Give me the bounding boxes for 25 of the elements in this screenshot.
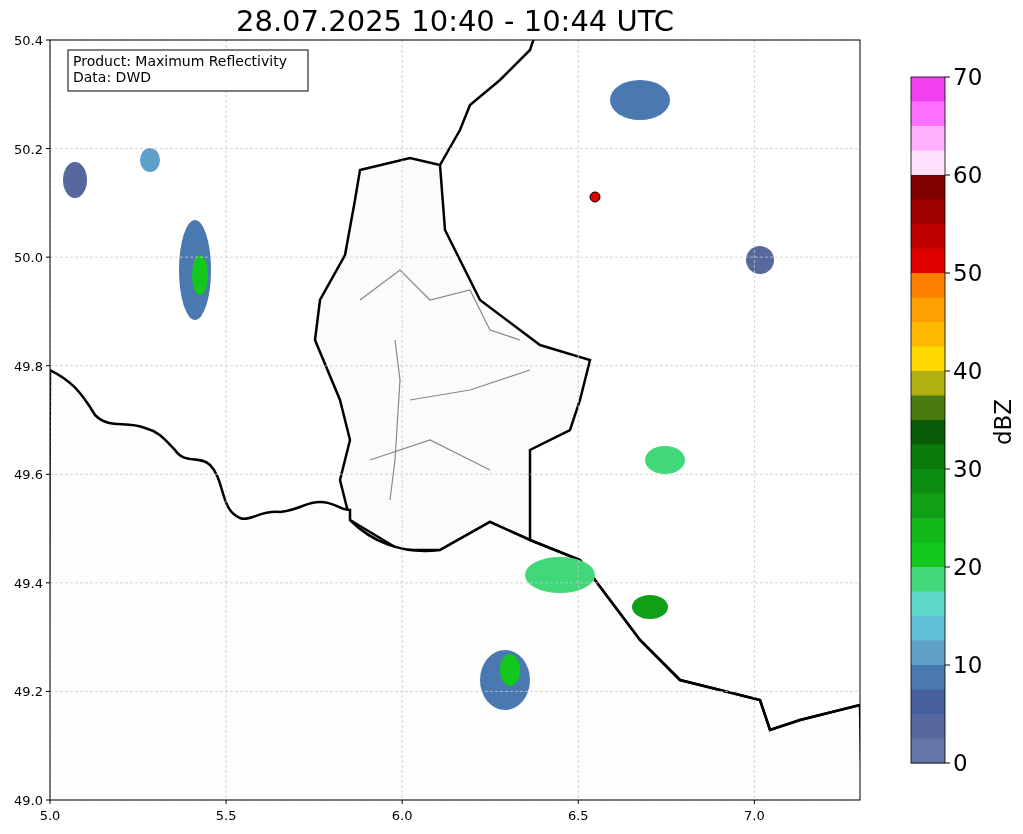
x-tick-label: 7.0 — [744, 808, 765, 823]
y-tick-label: 49.6 — [14, 467, 43, 483]
colorbar-tick-label: 30 — [953, 456, 983, 482]
y-tick-label: 49.8 — [14, 358, 43, 374]
colorbar-tick-label: 40 — [953, 358, 983, 384]
legend-text: Data: DWD — [73, 69, 151, 85]
x-tick-label: 5.5 — [215, 808, 237, 823]
y-tick-label: 49.2 — [14, 684, 43, 700]
legend-text: Product: Maximum Reflectivity — [73, 53, 287, 69]
x-tick-label: 5.0 — [39, 808, 61, 823]
colorbar-tick-label: 70 — [953, 64, 983, 90]
y-tick-label: 49.4 — [14, 575, 43, 591]
colorbar-label: dBZ — [990, 398, 1016, 446]
y-tick-label: 50.0 — [14, 250, 43, 266]
colorbar-tick-label: 10 — [953, 652, 983, 678]
x-tick-label: 6.5 — [567, 808, 589, 823]
y-tick-label: 50.2 — [14, 141, 43, 157]
y-tick-label: 49.0 — [14, 793, 43, 808]
colorbar-tick-label: 50 — [953, 260, 983, 286]
x-tick-label: 6.0 — [391, 808, 413, 823]
colorbar-tick-label: 20 — [953, 554, 983, 580]
y-tick-label: 50.4 — [14, 33, 43, 48]
colorbar-tick-label: 60 — [953, 162, 983, 188]
colorbar-tick-label: 0 — [953, 750, 968, 776]
chart-title: 28.07.2025 10:40 - 10:44 UTC — [236, 4, 674, 38]
